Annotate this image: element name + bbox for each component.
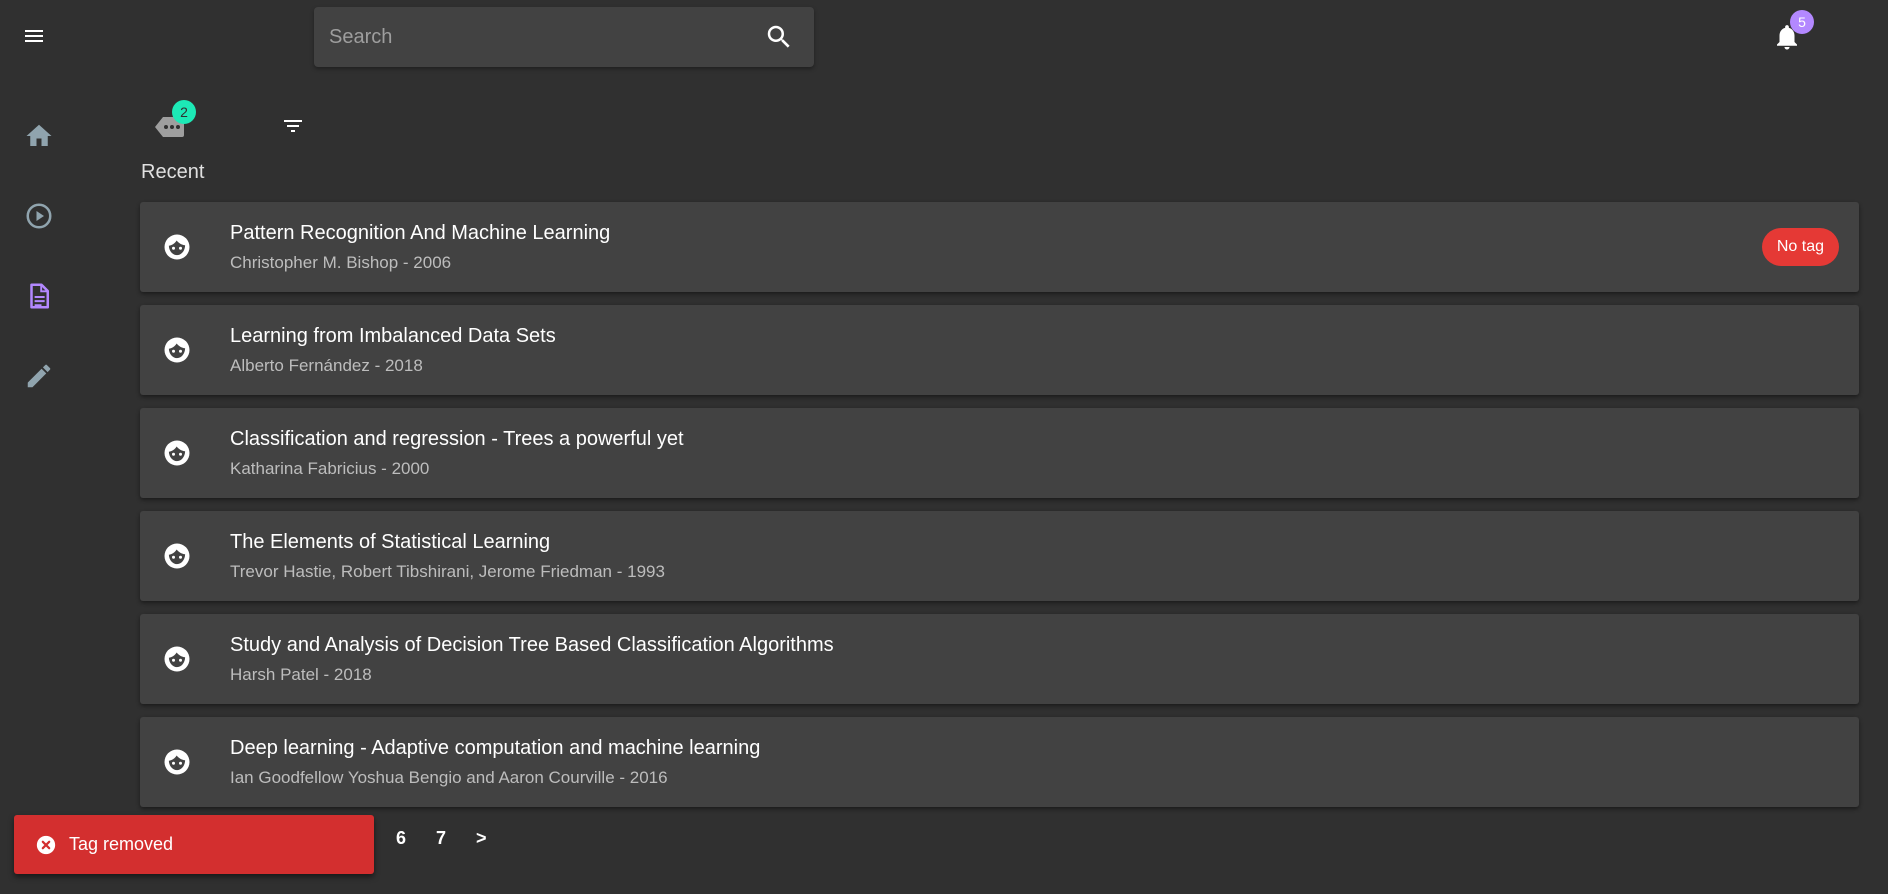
face-avatar-icon (164, 749, 190, 775)
menu-icon (25, 30, 43, 42)
play-circle-icon (26, 203, 52, 229)
notification-count-badge: 5 (1790, 10, 1814, 34)
sidebar-item-home[interactable] (24, 121, 54, 151)
snackbar: Tag removed (14, 815, 374, 874)
document-author-year: Alberto Fernández - 2018 (230, 356, 423, 375)
document-author-year: Katharina Fabricius - 2000 (230, 459, 430, 478)
document-author-year: Trevor Hastie, Robert Tibshirani, Jerome… (230, 562, 665, 581)
document-icon (30, 283, 49, 309)
document-author-year: Harsh Patel - 2018 (230, 665, 372, 684)
face-avatar-icon (164, 440, 190, 466)
document-title: Deep learning - Adaptive computation and… (230, 737, 761, 759)
snackbar-message: Tag removed (69, 834, 174, 854)
document-card[interactable]: Classification and regression - Trees a … (140, 408, 1859, 498)
sidebar-item-edit[interactable] (24, 361, 54, 391)
close-circle-icon (36, 835, 56, 854)
document-card[interactable]: The Elements of Statistical Learning Tre… (140, 511, 1859, 601)
document-title: Pattern Recognition And Machine Learning (230, 222, 611, 244)
sidebar-item-documents[interactable] (24, 281, 54, 311)
page-link-6[interactable]: 6 (396, 828, 406, 849)
sidebar-item-videos[interactable] (24, 201, 54, 231)
search-button[interactable] (764, 22, 794, 52)
face-avatar-icon (164, 234, 190, 260)
document-title: The Elements of Statistical Learning (230, 531, 551, 553)
document-list: Pattern Recognition And Machine Learning… (140, 202, 1859, 820)
search-icon (767, 25, 790, 48)
document-title: Learning from Imbalanced Data Sets (230, 325, 556, 347)
document-author-year: Christopher M. Bishop - 2006 (230, 253, 452, 272)
tags-count-badge: 2 (172, 100, 196, 124)
document-card[interactable]: Pattern Recognition And Machine Learning… (140, 202, 1859, 292)
tag-chip[interactable]: No tag (1761, 228, 1839, 266)
section-title: Recent (141, 161, 205, 183)
document-title: Classification and regression - Trees a … (230, 428, 684, 450)
face-avatar-icon (164, 646, 190, 672)
filter-button[interactable] (280, 114, 306, 138)
document-card[interactable]: Learning from Imbalanced Data Sets Alber… (140, 305, 1859, 395)
face-avatar-icon (164, 543, 190, 569)
face-avatar-icon (164, 337, 190, 363)
search-input[interactable] (314, 6, 764, 68)
search-bar (314, 6, 814, 68)
page-link-7[interactable]: 7 (436, 828, 446, 849)
document-author-year: Ian Goodfellow Yoshua Bengio and Aaron C… (230, 768, 668, 787)
menu-button[interactable] (20, 24, 48, 48)
home-icon (26, 124, 52, 146)
document-card[interactable]: Study and Analysis of Decision Tree Base… (140, 614, 1859, 704)
filter-icon (284, 120, 302, 132)
next-page-button[interactable]: > (476, 828, 487, 849)
document-title: Study and Analysis of Decision Tree Base… (230, 634, 834, 656)
document-card[interactable]: Deep learning - Adaptive computation and… (140, 717, 1859, 807)
pencil-icon (27, 364, 51, 388)
